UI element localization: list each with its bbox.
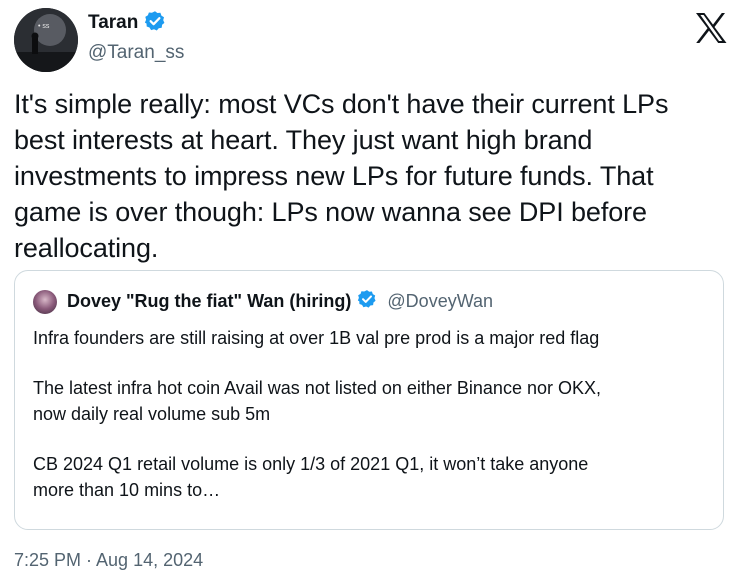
tweet-text: It's simple really: most VCs don't have … — [14, 86, 730, 266]
quoted-line: more than 10 mins to… — [33, 480, 221, 500]
author-name-row: Taran — [88, 10, 166, 36]
quoted-tweet-header: Dovey "Rug the fiat" Wan (hiring) @Dovey… — [33, 289, 493, 314]
quoted-paragraph: The latest infra hot coin Avail was not … — [33, 375, 713, 427]
x-logo-icon[interactable] — [694, 12, 728, 44]
quoted-line: now daily real volume sub 5m — [33, 404, 271, 424]
tweet-line: reallocating. — [14, 233, 159, 263]
quoted-line: CB 2024 Q1 retail volume is only 1/3 of … — [33, 454, 589, 474]
verified-badge-icon — [144, 10, 166, 37]
quoted-tweet-text: Infra founders are still raising at over… — [33, 325, 713, 527]
verified-badge-icon — [357, 289, 377, 314]
tweet-line: It's simple really: most VCs don't have … — [14, 89, 669, 119]
quoted-author-display-name[interactable]: Dovey "Rug the fiat" Wan (hiring) — [67, 291, 351, 312]
tweet-line: game is over though: LPs now wanna see D… — [14, 197, 647, 227]
quoted-author-avatar[interactable] — [33, 289, 57, 314]
tweet-card: • ss Taran @Taran_ss It's simple really:… — [0, 0, 744, 580]
svg-text:• ss: • ss — [38, 23, 50, 30]
quoted-tweet[interactable]: Dovey "Rug the fiat" Wan (hiring) @Dovey… — [14, 270, 724, 530]
quoted-line: The latest infra hot coin Avail was not … — [33, 378, 601, 398]
author-handle[interactable]: @Taran_ss — [88, 42, 184, 64]
author-display-name[interactable]: Taran — [88, 12, 138, 34]
avatar-photo-icon: • ss — [14, 8, 78, 72]
quoted-author-handle[interactable]: @DoveyWan — [387, 291, 493, 312]
tweet-line: investments to impress new LPs for futur… — [14, 161, 654, 191]
quoted-paragraph: Infra founders are still raising at over… — [33, 325, 713, 351]
author-avatar[interactable]: • ss — [14, 8, 78, 72]
tweet-timestamp[interactable]: 7:25 PM · Aug 14, 2024 — [14, 550, 203, 571]
quoted-paragraph: CB 2024 Q1 retail volume is only 1/3 of … — [33, 451, 713, 503]
quoted-line: Infra founders are still raising at over… — [33, 328, 600, 348]
tweet-line: best interests at heart. They just want … — [14, 125, 593, 155]
